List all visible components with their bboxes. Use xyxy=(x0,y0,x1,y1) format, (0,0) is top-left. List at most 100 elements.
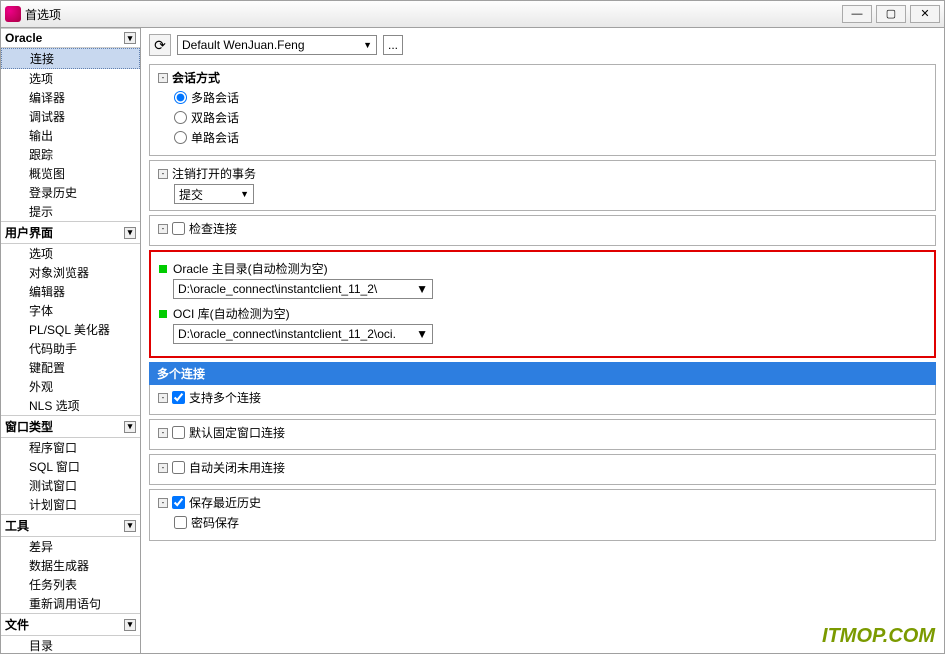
radio-dual[interactable] xyxy=(174,111,187,124)
radio-multi[interactable] xyxy=(174,91,187,104)
check-save-history[interactable] xyxy=(172,496,185,509)
collapse-toggle[interactable]: - xyxy=(158,498,168,508)
oci-lib-value: D:\oracle_connect\instantclient_11_2\oci… xyxy=(178,327,396,341)
oci-lib-combo[interactable]: D:\oracle_connect\instantclient_11_2\oci… xyxy=(173,324,433,344)
multiconn-section2: - 默认固定窗口连接 xyxy=(149,419,936,450)
check-support-multi[interactable] xyxy=(172,391,185,404)
sidebar-item[interactable]: 登录历史 xyxy=(1,183,140,202)
session-title: 会话方式 xyxy=(172,69,220,86)
sidebar-item[interactable]: SQL 窗口 xyxy=(1,457,140,476)
check-auto-close[interactable] xyxy=(172,461,185,474)
sidebar-item[interactable]: 跟踪 xyxy=(1,145,140,164)
sidebar-item[interactable]: 字体 xyxy=(1,301,140,320)
multiconn-header: 多个连接 xyxy=(149,362,936,385)
oci-lib-text: OCI 库(自动检测为空) xyxy=(173,305,290,322)
sidebar-item[interactable]: 计划窗口 xyxy=(1,495,140,514)
window-buttons: — ▢ ✕ xyxy=(842,5,940,23)
sidebar-item[interactable]: 程序窗口 xyxy=(1,438,140,457)
sidebar-item-connect[interactable]: 连接 xyxy=(1,48,140,69)
cat-label: Oracle xyxy=(5,31,42,45)
collapse-toggle[interactable]: - xyxy=(158,393,168,403)
check-default-fixed[interactable] xyxy=(172,426,185,439)
sidebar-item[interactable]: 任务列表 xyxy=(1,575,140,594)
checkconn-label: 检查连接 xyxy=(189,220,237,237)
chevron-down-icon: ▼ xyxy=(363,40,372,50)
sidebar-item[interactable]: 键配置 xyxy=(1,358,140,377)
sidebar-item[interactable]: 差异 xyxy=(1,537,140,556)
profile-toolbar: ⟳ Default WenJuan.Feng ▼ ... xyxy=(149,34,936,56)
session-section: - 会话方式 多路会话 双路会话 单路会话 xyxy=(149,64,936,156)
oracle-home-value: D:\oracle_connect\instantclient_11_2\ xyxy=(178,282,377,296)
radio-label: 单路会话 xyxy=(191,129,239,146)
multiconn-section1: - 支持多个连接 xyxy=(149,385,936,415)
sidebar-item[interactable]: 编辑器 xyxy=(1,282,140,301)
chevron-down-icon: ▼ xyxy=(416,327,428,341)
ellipsis-button[interactable]: ... xyxy=(383,35,403,55)
chevron-down-icon: ▼ xyxy=(416,282,428,296)
cat-label: 工具 xyxy=(5,517,29,534)
sidebar-item[interactable]: 代码助手 xyxy=(1,339,140,358)
sidebar-item[interactable]: 对象浏览器 xyxy=(1,263,140,282)
sidebar-item[interactable]: 选项 xyxy=(1,244,140,263)
collapse-toggle[interactable]: - xyxy=(158,224,168,234)
profile-combo[interactable]: Default WenJuan.Feng ▼ xyxy=(177,35,377,55)
sidebar-item[interactable]: 选项 xyxy=(1,69,140,88)
logoff-combo[interactable]: 提交 ▼ xyxy=(174,184,254,204)
sidebar-item[interactable]: 编译器 xyxy=(1,88,140,107)
window-title: 首选项 xyxy=(25,6,842,23)
close-button[interactable]: ✕ xyxy=(910,5,940,23)
sidebar-item[interactable]: 数据生成器 xyxy=(1,556,140,575)
cat-wintype[interactable]: 窗口类型 ▾ xyxy=(1,415,140,438)
sidebar-item[interactable]: 重新调用语句 xyxy=(1,594,140,613)
collapse-toggle[interactable]: - xyxy=(158,169,168,179)
sidebar-item[interactable]: 调试器 xyxy=(1,107,140,126)
maximize-button[interactable]: ▢ xyxy=(876,5,906,23)
check-label: 密码保存 xyxy=(191,514,239,531)
oracle-home-text: Oracle 主目录(自动检测为空) xyxy=(173,260,328,277)
logoff-title: 注销打开的事务 xyxy=(172,165,256,182)
sidebar-item[interactable]: 目录 xyxy=(1,636,140,653)
check-save-password[interactable] xyxy=(174,516,187,529)
check-checkconn[interactable] xyxy=(172,222,185,235)
collapse-icon[interactable]: ▾ xyxy=(124,32,136,44)
main: Oracle ▾ 连接 选项 编译器 调试器 输出 跟踪 概览图 登录历史 提示… xyxy=(0,28,945,654)
collapse-icon[interactable]: ▾ xyxy=(124,227,136,239)
sidebar-item[interactable]: 概览图 xyxy=(1,164,140,183)
logoff-section: - 注销打开的事务 提交 ▼ xyxy=(149,160,936,211)
logoff-value: 提交 xyxy=(179,186,203,203)
sidebar-item[interactable]: 测试窗口 xyxy=(1,476,140,495)
sidebar-item[interactable]: NLS 选项 xyxy=(1,396,140,415)
sidebar-item[interactable]: 提示 xyxy=(1,202,140,221)
green-indicator-icon xyxy=(159,310,167,318)
cat-oracle[interactable]: Oracle ▾ xyxy=(1,28,140,48)
app-icon xyxy=(5,6,21,22)
watermark: ITMOP.COM xyxy=(822,625,935,648)
check-label: 默认固定窗口连接 xyxy=(189,424,285,441)
sidebar-item[interactable]: 输出 xyxy=(1,126,140,145)
oracle-home-combo[interactable]: D:\oracle_connect\instantclient_11_2\ ▼ xyxy=(173,279,433,299)
highlight-region: Oracle 主目录(自动检测为空) D:\oracle_connect\ins… xyxy=(149,250,936,358)
check-label: 自动关闭未用连接 xyxy=(189,459,285,476)
collapse-toggle[interactable]: - xyxy=(158,73,168,83)
profile-value: Default WenJuan.Feng xyxy=(182,38,305,52)
cat-ui[interactable]: 用户界面 ▾ xyxy=(1,221,140,244)
cat-files[interactable]: 文件 ▾ xyxy=(1,613,140,636)
check-label: 支持多个连接 xyxy=(189,389,261,406)
profile-icon[interactable]: ⟳ xyxy=(149,34,171,56)
oci-lib-label: OCI 库(自动检测为空) xyxy=(159,305,926,322)
sidebar-item[interactable]: 外观 xyxy=(1,377,140,396)
sidebar-item[interactable]: PL/SQL 美化器 xyxy=(1,320,140,339)
check-label: 保存最近历史 xyxy=(189,494,261,511)
collapse-icon[interactable]: ▾ xyxy=(124,421,136,433)
multiconn-section4: - 保存最近历史 密码保存 xyxy=(149,489,936,541)
collapse-toggle[interactable]: - xyxy=(158,463,168,473)
titlebar: 首选项 — ▢ ✕ xyxy=(0,0,945,28)
cat-label: 文件 xyxy=(5,616,29,633)
collapse-icon[interactable]: ▾ xyxy=(124,520,136,532)
radio-single[interactable] xyxy=(174,131,187,144)
collapse-icon[interactable]: ▾ xyxy=(124,619,136,631)
cat-tools[interactable]: 工具 ▾ xyxy=(1,514,140,537)
sidebar: Oracle ▾ 连接 选项 编译器 调试器 输出 跟踪 概览图 登录历史 提示… xyxy=(1,28,141,653)
collapse-toggle[interactable]: - xyxy=(158,428,168,438)
minimize-button[interactable]: — xyxy=(842,5,872,23)
